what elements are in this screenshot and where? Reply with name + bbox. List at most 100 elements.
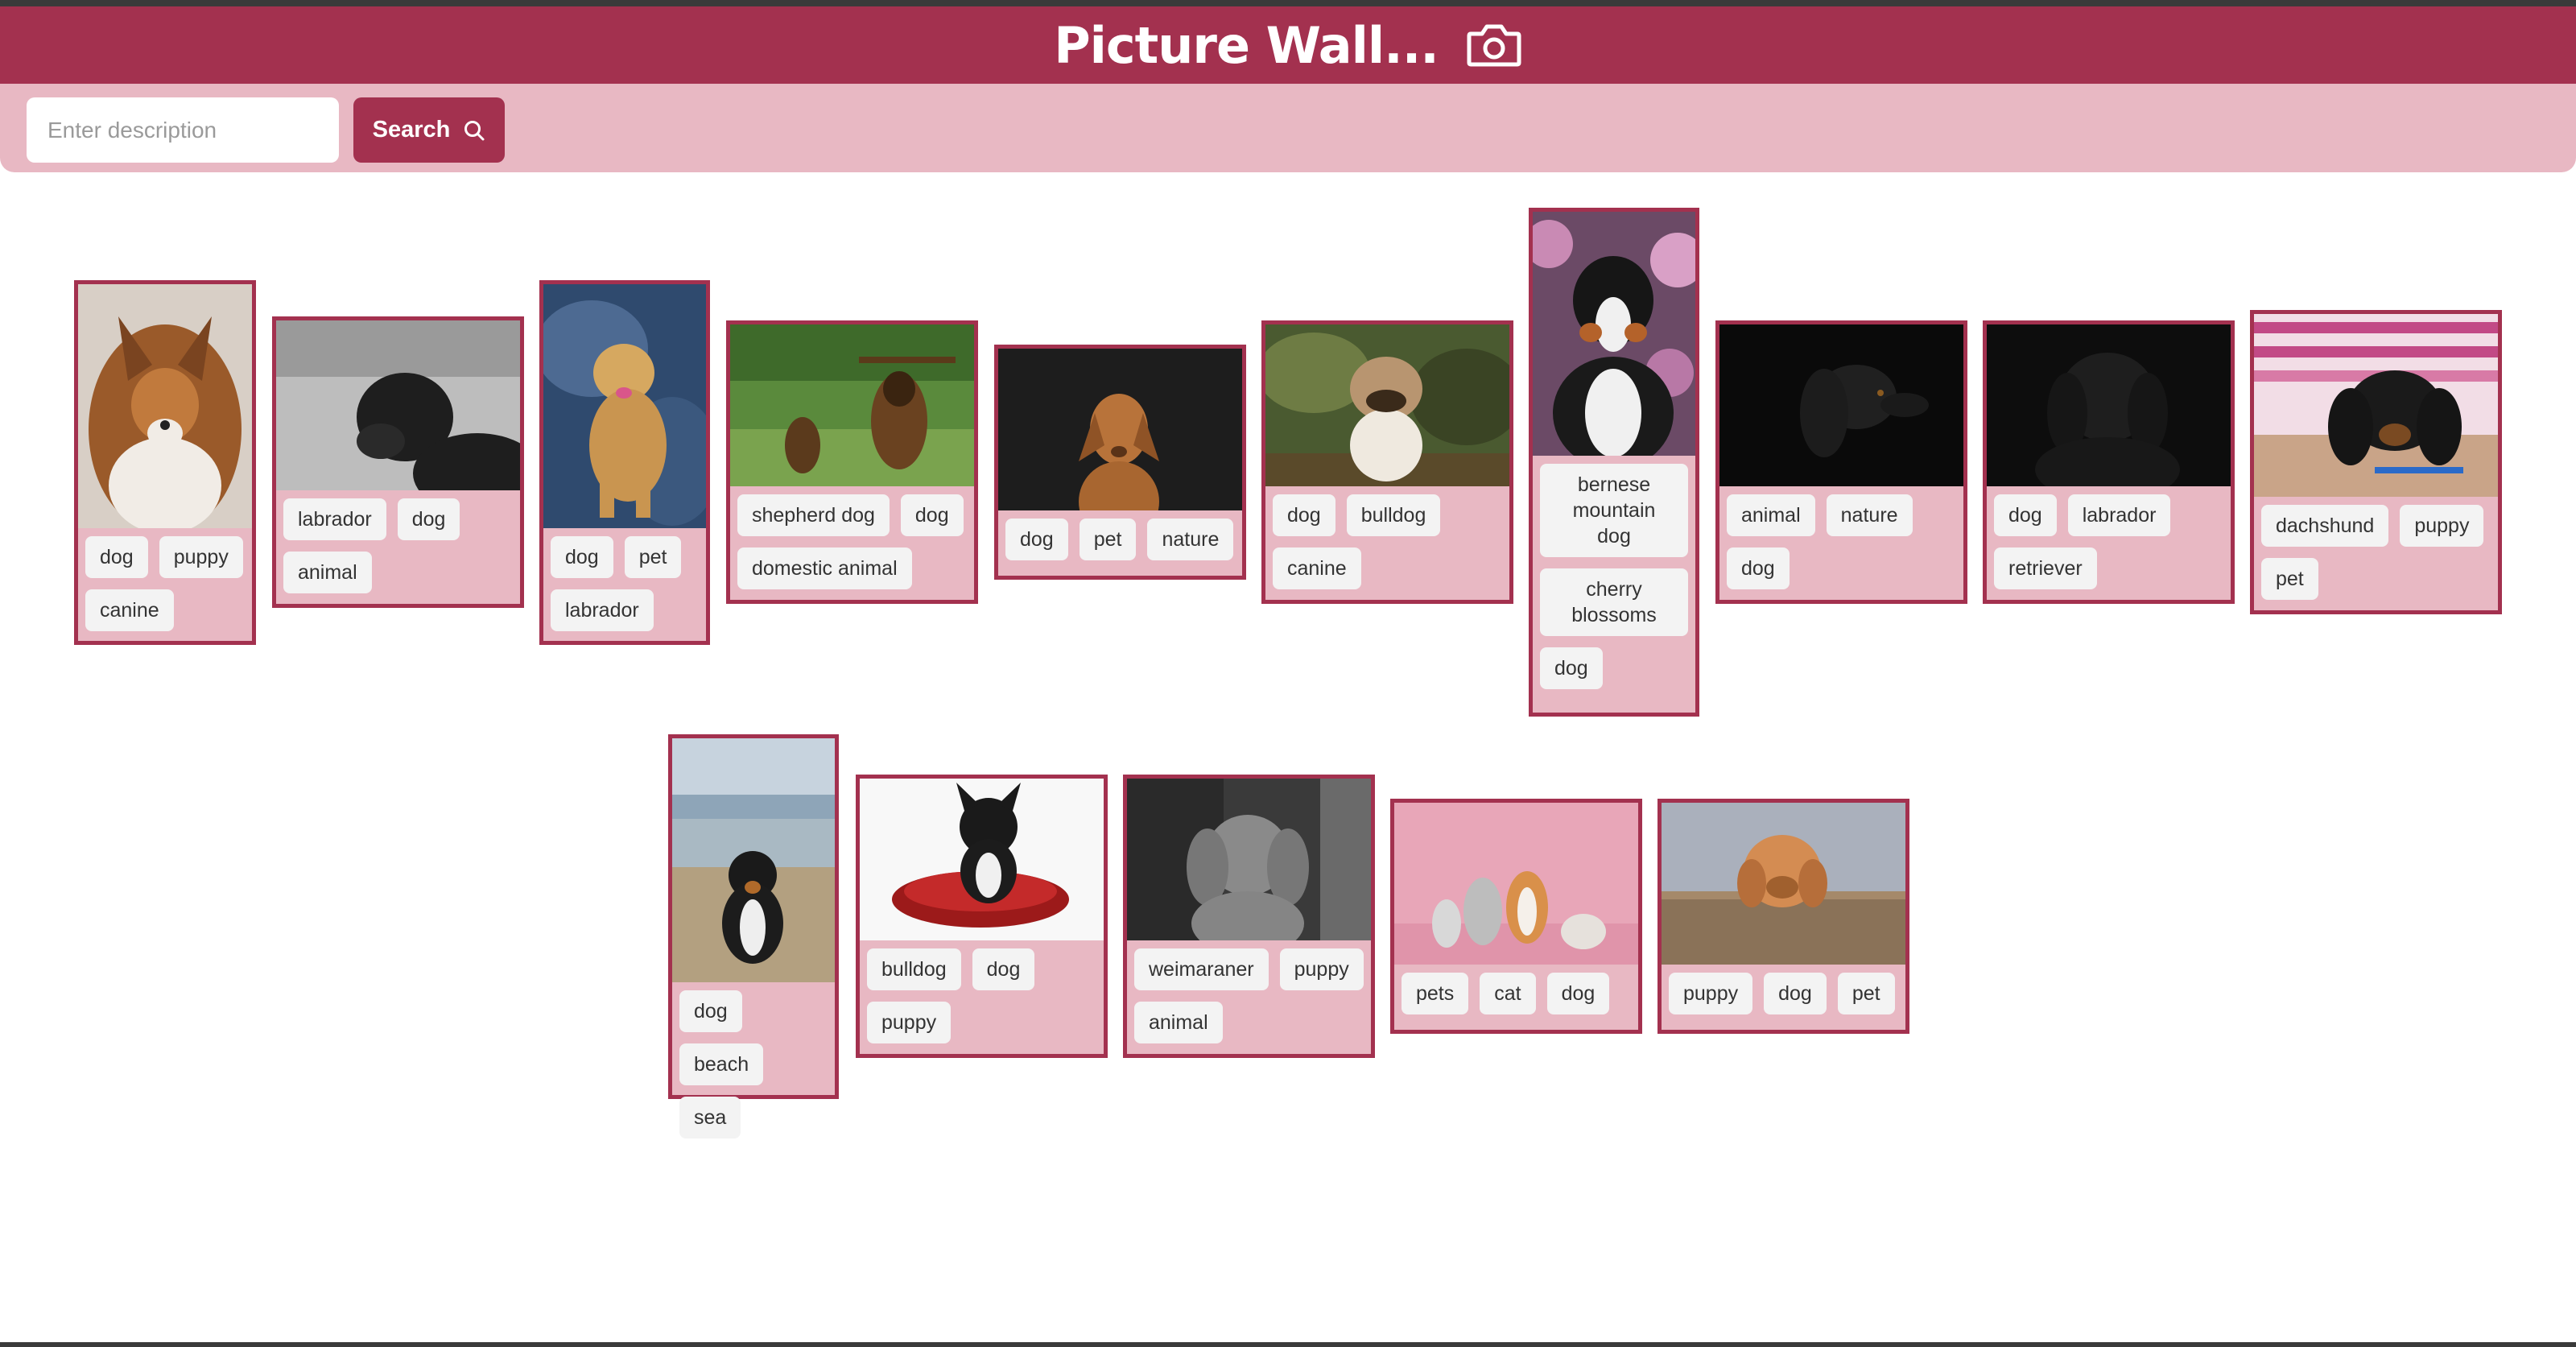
camera-icon bbox=[1466, 23, 1522, 68]
picture-card[interactable]: shepherd dog dog domestic animal bbox=[726, 320, 978, 604]
tag[interactable]: sea bbox=[679, 1097, 741, 1138]
dog-photo bbox=[1533, 212, 1695, 456]
picture-card[interactable]: dog pet labrador bbox=[539, 280, 710, 645]
tag[interactable]: labrador bbox=[283, 498, 386, 540]
tag[interactable]: dog bbox=[397, 498, 460, 540]
tag[interactable]: puppy bbox=[2400, 505, 2484, 547]
tag-list: shepherd dog dog domestic animal bbox=[730, 486, 974, 596]
tag-list: pets cat dog bbox=[1394, 965, 1638, 1021]
tag[interactable]: animal bbox=[1134, 1002, 1223, 1043]
tag[interactable]: puppy bbox=[867, 1002, 952, 1043]
tag[interactable]: pet bbox=[1837, 973, 1895, 1014]
tag[interactable]: weimaraner bbox=[1134, 948, 1269, 990]
picture-card[interactable]: dachshund puppy pet bbox=[2250, 310, 2502, 614]
search-button-label: Search bbox=[372, 117, 451, 143]
tag[interactable]: dachshund bbox=[2261, 505, 2389, 547]
tag-list: dog beach sea bbox=[672, 982, 835, 1145]
tag[interactable]: pet bbox=[624, 536, 682, 578]
tag-list: labrador dog animal bbox=[276, 490, 520, 600]
picture-card[interactable]: bulldog dog puppy bbox=[856, 775, 1108, 1058]
tag-list: dog labrador retriever bbox=[1987, 486, 2231, 596]
tag[interactable]: bernese mountain dog bbox=[1540, 464, 1688, 557]
tag[interactable]: nature bbox=[1147, 519, 1234, 560]
tag-list: dachshund puppy pet bbox=[2254, 497, 2498, 606]
picture-card[interactable]: weimaraner puppy animal bbox=[1123, 775, 1375, 1058]
tag-list: dog bulldog canine bbox=[1265, 486, 1509, 596]
pets-photo bbox=[1394, 803, 1638, 965]
tag[interactable]: puppy bbox=[159, 536, 243, 578]
tag[interactable]: dog bbox=[972, 948, 1035, 990]
window-bottom-border bbox=[0, 1342, 2576, 1347]
picture-card[interactable]: labrador dog animal bbox=[272, 316, 524, 608]
tag[interactable]: dog bbox=[1005, 519, 1068, 560]
tag[interactable]: shepherd dog bbox=[737, 494, 890, 536]
tag[interactable]: cherry blossoms bbox=[1540, 568, 1688, 636]
tag[interactable]: canine bbox=[1273, 547, 1361, 589]
picture-card[interactable]: dog puppy canine bbox=[74, 280, 256, 645]
tag[interactable]: puppy bbox=[1669, 973, 1753, 1014]
picture-card[interactable]: dog labrador retriever bbox=[1983, 320, 2235, 604]
tag[interactable]: pet bbox=[2261, 558, 2318, 600]
tag-list: puppy dog pet bbox=[1662, 965, 1905, 1021]
tag[interactable]: pets bbox=[1402, 973, 1469, 1014]
tag[interactable]: dog bbox=[1540, 647, 1603, 689]
dog-photo bbox=[1662, 803, 1905, 965]
picture-card[interactable]: dog pet nature bbox=[994, 345, 1246, 580]
picture-card[interactable]: dog bulldog canine bbox=[1261, 320, 1513, 604]
tag[interactable]: nature bbox=[1826, 494, 1913, 536]
tag[interactable]: dog bbox=[1764, 973, 1827, 1014]
search-input[interactable] bbox=[27, 97, 339, 163]
picture-card[interactable]: pets cat dog bbox=[1390, 799, 1642, 1034]
dog-photo bbox=[1127, 779, 1371, 940]
dog-photo bbox=[998, 349, 1242, 510]
tag[interactable]: animal bbox=[1727, 494, 1815, 536]
tag-list: bulldog dog puppy bbox=[860, 940, 1104, 1050]
dog-photo bbox=[543, 284, 706, 528]
tag[interactable]: dog bbox=[1546, 973, 1610, 1014]
tag[interactable]: puppy bbox=[1279, 948, 1364, 990]
page-title: Picture Wall... bbox=[1054, 15, 1439, 75]
dog-photo bbox=[1719, 324, 1963, 486]
tag-list: weimaraner puppy animal bbox=[1127, 940, 1371, 1050]
tag[interactable]: labrador bbox=[2067, 494, 2171, 536]
dog-photo bbox=[672, 738, 835, 982]
tag-list: dog puppy canine bbox=[78, 528, 252, 638]
dog-photo bbox=[730, 324, 974, 486]
search-icon bbox=[464, 120, 485, 140]
tag[interactable]: dog bbox=[679, 990, 742, 1032]
picture-card[interactable]: dog beach sea bbox=[668, 734, 839, 1138]
tag[interactable]: animal bbox=[283, 552, 372, 593]
tag[interactable]: dog bbox=[1727, 547, 1790, 589]
dog-photo bbox=[1987, 324, 2231, 486]
tag[interactable]: dog bbox=[551, 536, 613, 578]
tag[interactable]: retriever bbox=[1994, 547, 2097, 589]
tag[interactable]: cat bbox=[1480, 973, 1536, 1014]
tag[interactable]: canine bbox=[85, 589, 174, 631]
tag[interactable]: bulldog bbox=[867, 948, 961, 990]
app-header: Picture Wall... bbox=[0, 6, 2576, 84]
tag[interactable]: bulldog bbox=[1346, 494, 1441, 536]
search-button[interactable]: Search bbox=[353, 97, 505, 163]
tag[interactable]: pet bbox=[1079, 519, 1137, 560]
dog-photo bbox=[276, 320, 520, 490]
tag[interactable]: dog bbox=[1273, 494, 1335, 536]
window-top-border bbox=[0, 0, 2576, 6]
dog-photo bbox=[1265, 324, 1509, 486]
dog-photo bbox=[860, 779, 1104, 940]
picture-card[interactable]: puppy dog pet bbox=[1657, 799, 1909, 1034]
tag[interactable]: beach bbox=[679, 1043, 764, 1085]
tag[interactable]: dog bbox=[900, 494, 964, 536]
tag-list: animal nature dog bbox=[1719, 486, 1963, 596]
tag[interactable]: domestic animal bbox=[737, 547, 912, 589]
tag[interactable]: labrador bbox=[551, 589, 654, 631]
tag[interactable]: dog bbox=[85, 536, 148, 578]
search-bar: Search bbox=[0, 84, 2576, 172]
picture-card[interactable]: bernese mountain dog cherry blossoms dog bbox=[1529, 208, 1699, 717]
tag-list: dog pet labrador bbox=[543, 528, 706, 638]
tag[interactable]: dog bbox=[1994, 494, 2057, 536]
dog-photo bbox=[78, 284, 252, 528]
picture-card[interactable]: animal nature dog bbox=[1715, 320, 1967, 604]
tag-list: bernese mountain dog cherry blossoms dog bbox=[1533, 456, 1695, 696]
tag-list: dog pet nature bbox=[998, 510, 1242, 567]
dog-photo bbox=[2254, 314, 2498, 497]
